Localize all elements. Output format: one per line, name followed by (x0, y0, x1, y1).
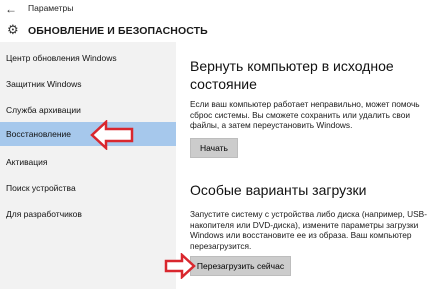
sidebar-item-activation[interactable]: Активация (0, 150, 176, 174)
sidebar-item-recovery[interactable]: Восстановление (0, 122, 176, 146)
app-title: Параметры (28, 3, 74, 13)
sidebar-item-backup[interactable]: Служба архивации (0, 98, 176, 122)
sidebar-item-windows-update[interactable]: Центр обновления Windows (0, 46, 176, 70)
sidebar: Центр обновления Windows Защитник Window… (0, 42, 176, 289)
gear-icon: ⚙ (7, 22, 19, 37)
sidebar-item-find-device[interactable]: Поиск устройства (0, 176, 176, 200)
reset-section-title: Вернуть компьютер в исходное состояние (190, 58, 394, 92)
advanced-startup-description: Запустите систему с устройства либо диск… (190, 209, 427, 251)
sidebar-item-windows-defender[interactable]: Защитник Windows (0, 72, 176, 96)
window-titlebar: ← Параметры (0, 0, 434, 18)
restart-now-button[interactable]: Перезагрузить сейчас (190, 256, 291, 276)
reset-description: Если ваш компьютер работает неправильно,… (190, 99, 420, 130)
sidebar-item-developers[interactable]: Для разработчиков (0, 202, 176, 226)
annotation-arrow-left-icon (90, 120, 134, 150)
page-title: ОБНОВЛЕНИЕ И БЕЗОПАСНОСТЬ (28, 25, 208, 37)
advanced-startup-title: Особые варианты загрузки (190, 182, 367, 198)
arrow-left-icon[interactable]: ← (4, 2, 18, 16)
start-reset-button[interactable]: Начать (190, 138, 238, 158)
annotation-arrow-right-icon (164, 253, 196, 279)
page-header: ⚙ ОБНОВЛЕНИЕ И БЕЗОПАСНОСТЬ (0, 18, 434, 42)
main-content: Вернуть компьютер в исходное состояние Е… (164, 42, 434, 289)
